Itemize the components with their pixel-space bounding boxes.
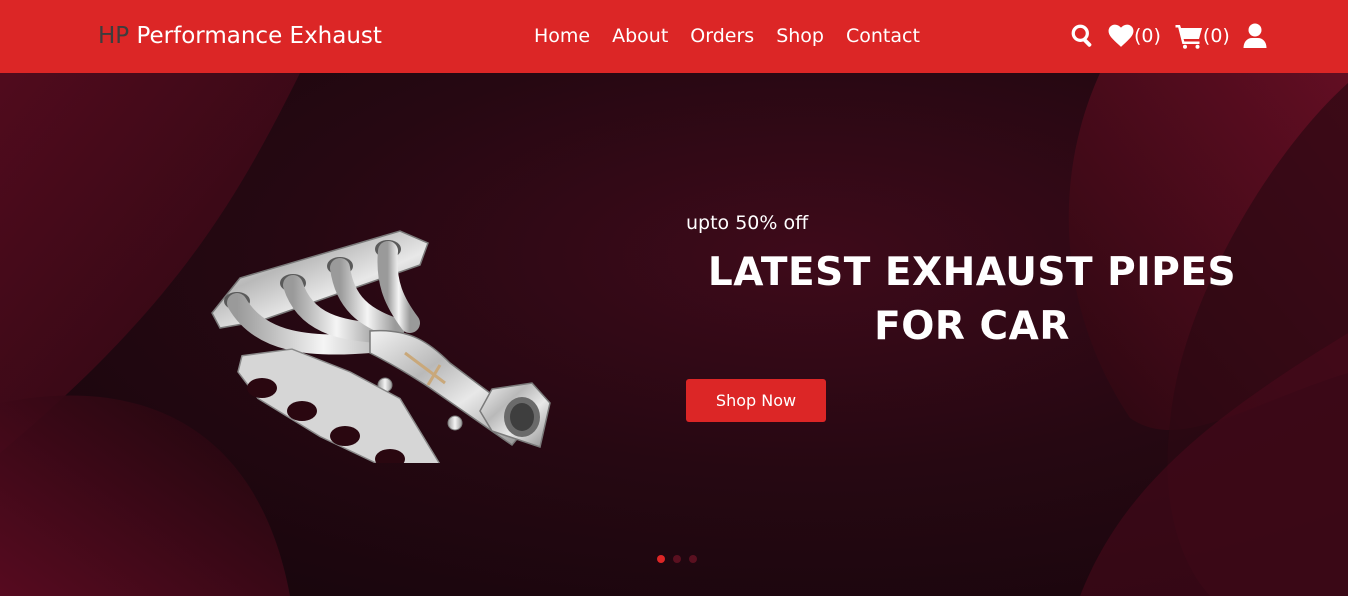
nav-orders-link[interactable]: Orders [690, 22, 754, 50]
navbar: HP Performance Exhaust Home About Orders… [0, 0, 1348, 73]
carousel-dot-1[interactable] [657, 555, 665, 563]
hero-carousel: upto 50% off LATEST EXHAUST PIPES FOR CA… [0, 73, 1348, 596]
main-nav: Home About Orders Shop Contact [534, 22, 942, 50]
nav-home-link[interactable]: Home [534, 22, 590, 50]
brand-mark: HP [98, 23, 130, 49]
carousel-dot-2[interactable] [673, 555, 681, 563]
wishlist-count: (0) [1134, 25, 1161, 47]
cart-icon [1175, 25, 1202, 49]
carousel-dot-3[interactable] [689, 555, 697, 563]
heart-icon [1108, 24, 1134, 47]
hero-title: LATEST EXHAUST PIPES FOR CAR [707, 250, 1237, 349]
user-icon [1243, 23, 1267, 48]
search-icon [1071, 24, 1092, 47]
exhaust-header-image [211, 230, 551, 463]
wishlist-button[interactable]: (0) [1108, 22, 1161, 50]
cart-button[interactable]: (0) [1175, 22, 1230, 50]
nav-shop-link[interactable]: Shop [776, 22, 824, 50]
carousel-indicators [657, 555, 697, 563]
account-button[interactable] [1243, 23, 1267, 49]
brand-name: Performance Exhaust [129, 23, 382, 49]
nav-icons: (0) (0) [1070, 20, 1267, 52]
offer-text: upto 50% off [686, 212, 809, 234]
shop-now-button[interactable]: Shop Now [686, 379, 826, 422]
brand-logo[interactable]: HP Performance Exhaust [98, 20, 382, 52]
search-button[interactable] [1070, 23, 1096, 49]
nav-about-link[interactable]: About [612, 22, 668, 50]
cart-count: (0) [1202, 25, 1230, 47]
nav-contact-link[interactable]: Contact [846, 22, 920, 50]
